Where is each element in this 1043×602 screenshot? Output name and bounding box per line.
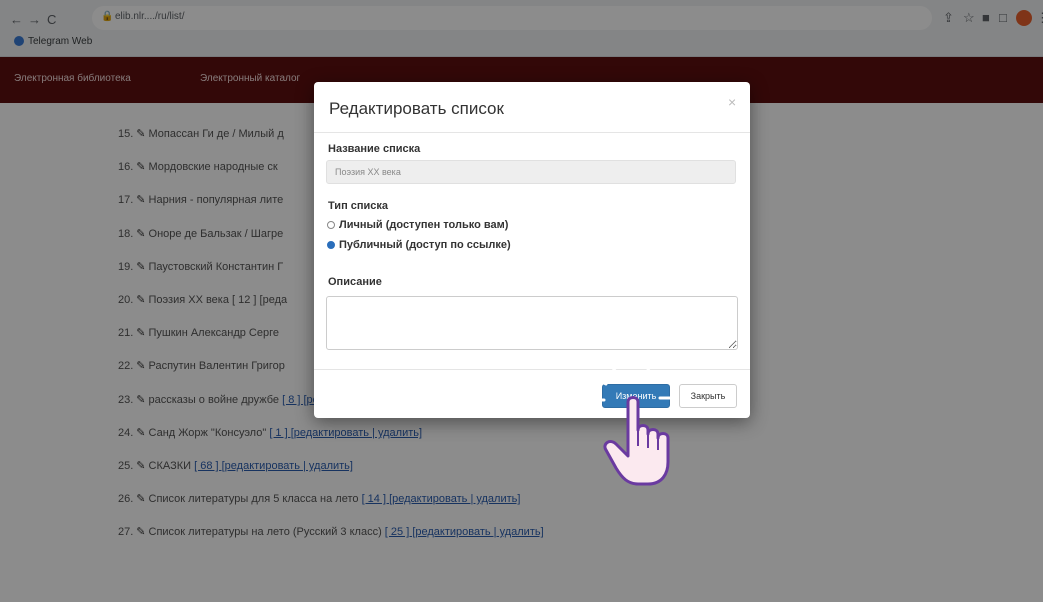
- description-textarea[interactable]: [326, 296, 738, 350]
- radio-private-dot[interactable]: [327, 221, 335, 229]
- hand-cursor-icon: [596, 354, 672, 486]
- close-icon[interactable]: ×: [728, 94, 736, 110]
- radio-public[interactable]: Публичный (доступ по ссылке): [327, 239, 511, 251]
- list-name-input[interactable]: Поэзия XX века: [326, 160, 736, 184]
- list-type-label: Тип списка: [328, 200, 389, 212]
- radio-public-dot[interactable]: [327, 241, 335, 249]
- modal-title: Редактировать список: [329, 99, 504, 118]
- radio-private[interactable]: Личный (доступен только вам): [327, 219, 508, 231]
- list-name-label: Название списка: [328, 143, 421, 155]
- modal-header-divider: [314, 132, 750, 133]
- description-label: Описание: [328, 276, 382, 288]
